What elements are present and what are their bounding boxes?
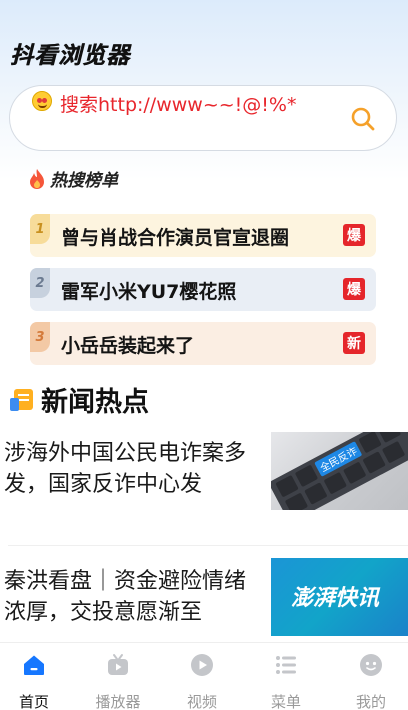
news-item[interactable]: 秦洪看盘｜资金避险情绪浓厚，交投意愿渐至 澎湃快讯 [0, 558, 408, 638]
tab-home[interactable]: 首页 [4, 651, 64, 710]
tab-label: 视频 [186, 693, 217, 710]
tab-player[interactable]: 播放器 [88, 651, 148, 710]
rank-badge: 3 [30, 322, 50, 352]
tab-label: 菜单 [270, 693, 301, 710]
tab-label: 首页 [18, 693, 49, 710]
hot-tag-badge: 爆 [343, 224, 365, 246]
hot-search-item[interactable]: 1 曾与肖战合作演员官宣退圈 爆 [30, 214, 376, 257]
tab-menu[interactable]: 菜单 [256, 651, 316, 710]
smiley-heart-eyes-icon [32, 91, 52, 111]
tab-video[interactable]: 视频 [172, 651, 232, 710]
search-bar[interactable]: 搜索http://www~~!@!%* [9, 85, 397, 151]
news-thumbnail[interactable]: 全民反诈 [271, 432, 408, 510]
hot-search-item[interactable]: 2 雷军小米YU7樱花照 爆 [30, 268, 376, 311]
bottom-tab-bar: 首页 播放器 视频 菜单 我的 [0, 642, 408, 710]
home-icon [24, 655, 44, 675]
profile-icon [360, 654, 382, 676]
hot-search-header: 热搜榜单 [28, 166, 118, 191]
news-divider [8, 545, 408, 546]
tab-label: 我的 [355, 693, 386, 710]
hot-tag-badge: 新 [343, 332, 365, 354]
app-title: 抖看浏览器 [10, 43, 130, 69]
rank-badge: 1 [30, 214, 50, 244]
tab-profile[interactable]: 我的 [341, 651, 401, 710]
tab-label: 播放器 [95, 693, 141, 710]
thumb-brand-label: 澎湃快讯 [291, 586, 380, 611]
news-item[interactable]: 涉海外中国公民电诈案多发，国家反诈中心发 全民反诈 [0, 430, 408, 510]
hot-search-text[interactable]: 小岳岳装起来了 [61, 331, 194, 358]
news-header: 新闻热点 [9, 380, 149, 419]
search-input[interactable]: 搜索http://www~~!@!%* [60, 90, 296, 117]
news-headline[interactable]: 秦洪看盘｜资金避险情绪浓厚，交投意愿渐至 [4, 566, 259, 628]
hot-search-text[interactable]: 曾与肖战合作演员官宣退圈 [61, 223, 289, 250]
hot-search-item[interactable]: 3 小岳岳装起来了 新 [30, 322, 376, 365]
play-icon [191, 654, 213, 676]
hot-search-text[interactable]: 雷军小米YU7樱花照 [61, 277, 236, 304]
news-title: 新闻热点 [41, 387, 149, 418]
menu-icon [276, 656, 296, 674]
keyboard-image: 全民反诈 [271, 432, 408, 510]
news-icon [10, 388, 33, 411]
fire-icon [30, 168, 44, 189]
news-headline[interactable]: 涉海外中国公民电诈案多发，国家反诈中心发 [4, 438, 259, 500]
rank-badge: 2 [30, 268, 50, 298]
hot-tag-badge: 爆 [343, 278, 365, 300]
news-thumbnail[interactable]: 澎湃快讯 [271, 558, 408, 636]
search-icon[interactable] [350, 106, 376, 132]
tv-icon [108, 654, 128, 675]
hot-search-title: 热搜榜单 [50, 171, 118, 191]
